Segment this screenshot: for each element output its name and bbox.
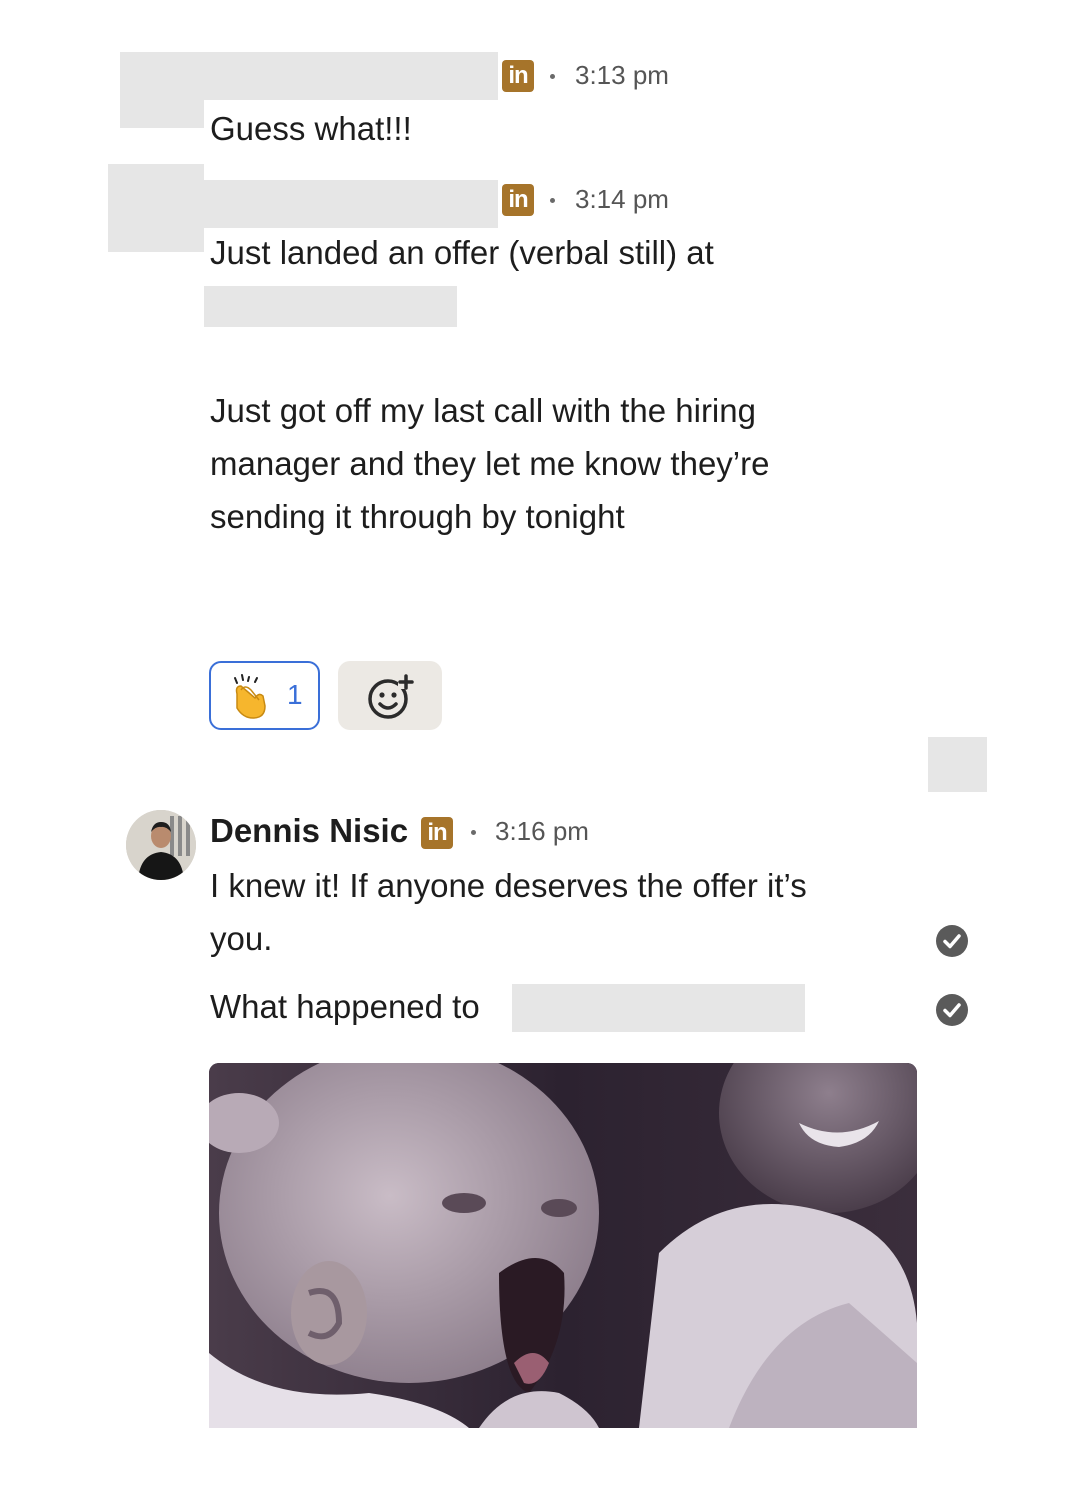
sender-name[interactable]: Dennis Nisic (210, 812, 408, 850)
redacted-element (928, 737, 987, 792)
add-reaction-button[interactable] (338, 661, 442, 730)
redacted-text (512, 984, 805, 1032)
message-text: Guess what!!! (210, 110, 412, 147)
clap-emoji-icon (225, 672, 275, 722)
timestamp: 3:13 pm (575, 60, 669, 90)
linkedin-icon: in (502, 60, 534, 92)
timestamp: 3:16 pm (495, 816, 589, 846)
message-text: I knew it! If anyone deserves the offer … (210, 867, 807, 904)
redacted-sender-name (120, 52, 498, 100)
message-text: What happened to (210, 988, 480, 1025)
read-check-icon (936, 994, 968, 1026)
read-check-icon (936, 925, 968, 957)
clap-reaction-button[interactable]: 1 (209, 661, 320, 730)
timestamp: 3:14 pm (575, 184, 669, 214)
separator-dot (550, 74, 555, 79)
message-text: Just landed an offer (verbal still) at (210, 234, 714, 271)
add-reaction-icon (366, 673, 414, 721)
redacted-company-name (204, 286, 457, 327)
separator-dot (471, 830, 476, 835)
message-text: sending it through by tonight (210, 498, 625, 535)
linkedin-icon: in (502, 184, 534, 216)
message-text: manager and they let me know they’re (210, 445, 770, 482)
linkedin-icon: in (421, 817, 453, 849)
gif-attachment[interactable] (209, 1063, 917, 1428)
redacted-sender-name (204, 180, 498, 228)
reaction-count: 1 (287, 679, 303, 710)
avatar[interactable] (126, 810, 196, 880)
redacted-avatar (120, 100, 204, 128)
message-text: you. (210, 920, 273, 957)
message-text: Just got off my last call with the hirin… (210, 392, 756, 429)
redacted-avatar (108, 164, 204, 252)
separator-dot (550, 198, 555, 203)
